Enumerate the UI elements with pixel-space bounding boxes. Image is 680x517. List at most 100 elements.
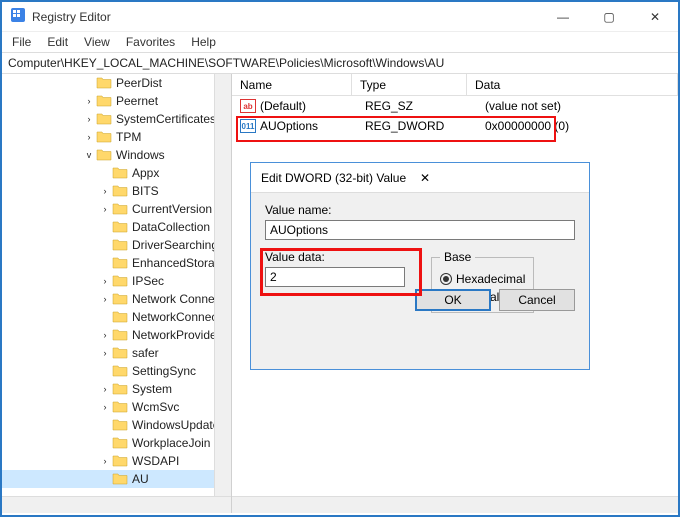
expand-twisty-icon[interactable]: › <box>98 402 112 412</box>
tree-node[interactable]: NetworkConnecti <box>2 308 232 326</box>
tree-node[interactable]: ›CurrentVersion <box>2 200 232 218</box>
value-name-input[interactable]: AUOptions <box>265 220 575 240</box>
expand-twisty-icon[interactable]: › <box>98 456 112 466</box>
menu-help[interactable]: Help <box>191 35 216 49</box>
edit-dword-dialog: Edit DWORD (32-bit) Value ✕ Value name: … <box>250 162 590 370</box>
folder-icon <box>112 220 128 234</box>
expand-twisty-icon[interactable]: › <box>82 96 96 106</box>
menu-file[interactable]: File <box>12 35 31 49</box>
list-row[interactable]: 011AUOptionsREG_DWORD0x00000000 (0) <box>232 116 678 136</box>
tree-pane: PeerDist›Peernet›SystemCertificates›TPMv… <box>2 74 232 513</box>
tree-label: IPSec <box>132 274 164 288</box>
col-data[interactable]: Data <box>467 74 678 95</box>
menu-favorites[interactable]: Favorites <box>126 35 175 49</box>
tree-node[interactable]: AU <box>2 470 232 488</box>
tree-node[interactable]: ›Peernet <box>2 92 232 110</box>
tree-node[interactable]: ›WSDAPI <box>2 452 232 470</box>
value-data: (value not set) <box>477 99 678 113</box>
list-row[interactable]: ab(Default)REG_SZ(value not set) <box>232 96 678 116</box>
tree-node[interactable]: › IPSec <box>2 272 232 290</box>
tree-node[interactable]: › WcmSvc <box>2 398 232 416</box>
tree-node[interactable]: › safer <box>2 344 232 362</box>
col-name[interactable]: Name <box>232 74 352 95</box>
address-bar[interactable]: Computer\HKEY_LOCAL_MACHINE\SOFTWARE\Pol… <box>2 52 678 74</box>
tree-label: Windows <box>116 148 165 162</box>
tree-node[interactable]: WindowsUpdate <box>2 416 232 434</box>
tree-node[interactable]: PeerDist <box>2 74 232 92</box>
folder-icon <box>96 112 112 126</box>
expand-twisty-icon[interactable]: v <box>82 150 96 160</box>
tree-node[interactable]: WorkplaceJoin <box>2 434 232 452</box>
tree-node[interactable]: SettingSync <box>2 362 232 380</box>
minimize-button[interactable]: — <box>540 2 586 32</box>
tree-label: Network Connect <box>132 292 224 306</box>
expand-twisty-icon[interactable]: › <box>98 348 112 358</box>
expand-twisty-icon[interactable]: › <box>98 186 112 196</box>
value-type-icon: 011 <box>240 119 256 133</box>
value-type: REG_DWORD <box>357 119 477 133</box>
col-type[interactable]: Type <box>352 74 467 95</box>
maximize-button[interactable]: ▢ <box>586 2 632 32</box>
value-name: AUOptions <box>260 119 318 133</box>
window-title: Registry Editor <box>32 10 540 24</box>
tree-label: WorkplaceJoin <box>132 436 210 450</box>
tree-label: NetworkConnecti <box>132 310 223 324</box>
tree-label: safer <box>132 346 159 360</box>
tree-label: WcmSvc <box>132 400 179 414</box>
folder-icon <box>112 310 128 324</box>
folder-icon <box>112 184 128 198</box>
value-name: (Default) <box>260 99 306 113</box>
folder-icon <box>96 148 112 162</box>
tree-node[interactable]: DriverSearching <box>2 236 232 254</box>
dialog-close-button[interactable]: ✕ <box>420 171 579 185</box>
titlebar: Registry Editor — ▢ ✕ <box>2 2 678 32</box>
folder-icon <box>112 382 128 396</box>
expand-twisty-icon[interactable]: › <box>98 276 112 286</box>
tree-label: NetworkProvider <box>132 328 221 342</box>
regedit-icon <box>10 7 26 26</box>
folder-icon <box>112 202 128 216</box>
expand-twisty-icon[interactable]: › <box>98 330 112 340</box>
tree-node[interactable]: › System <box>2 380 232 398</box>
folder-icon <box>112 346 128 360</box>
ok-button[interactable]: OK <box>415 289 491 311</box>
folder-icon <box>112 166 128 180</box>
tree-label: SettingSync <box>132 364 196 378</box>
folder-icon <box>112 436 128 450</box>
folder-icon <box>96 130 112 144</box>
tree-node[interactable]: › BITS <box>2 182 232 200</box>
tree-label: AU <box>132 472 149 486</box>
tree-label: WindowsUpdate <box>132 418 219 432</box>
tree-label: System <box>132 382 172 396</box>
tree-node[interactable]: EnhancedStorage <box>2 254 232 272</box>
expand-twisty-icon[interactable]: › <box>98 294 112 304</box>
menu-edit[interactable]: Edit <box>47 35 68 49</box>
expand-twisty-icon[interactable]: › <box>98 384 112 394</box>
tree-node[interactable]: DataCollection <box>2 218 232 236</box>
folder-icon <box>112 328 128 342</box>
expand-twisty-icon[interactable]: › <box>82 132 96 142</box>
tree-label: BITS <box>132 184 159 198</box>
list-horizontal-scrollbar[interactable] <box>232 496 678 513</box>
value-data-input[interactable]: 2 <box>265 267 405 287</box>
close-button[interactable]: ✕ <box>632 2 678 32</box>
dialog-titlebar: Edit DWORD (32-bit) Value ✕ <box>251 163 589 193</box>
tree-horizontal-scrollbar[interactable] <box>2 496 231 513</box>
base-legend: Base <box>440 250 475 264</box>
expand-twisty-icon[interactable]: › <box>98 204 112 214</box>
expand-twisty-icon[interactable]: › <box>82 114 96 124</box>
tree-vertical-scrollbar[interactable] <box>214 74 231 496</box>
folder-icon <box>112 274 128 288</box>
tree-node[interactable]: ›TPM <box>2 128 232 146</box>
menu-view[interactable]: View <box>84 35 110 49</box>
tree-node[interactable]: v Windows <box>2 146 232 164</box>
tree-node[interactable]: › Network Connect <box>2 290 232 308</box>
column-headers: Name Type Data <box>232 74 678 96</box>
radio-hexadecimal[interactable]: Hexadecimal <box>440 272 525 286</box>
cancel-button[interactable]: Cancel <box>499 289 575 311</box>
folder-icon <box>112 364 128 378</box>
tree-node[interactable]: › NetworkProvider <box>2 326 232 344</box>
tree-node[interactable]: ›SystemCertificates <box>2 110 232 128</box>
tree-node[interactable]: Appx <box>2 164 232 182</box>
tree-label: Appx <box>132 166 159 180</box>
